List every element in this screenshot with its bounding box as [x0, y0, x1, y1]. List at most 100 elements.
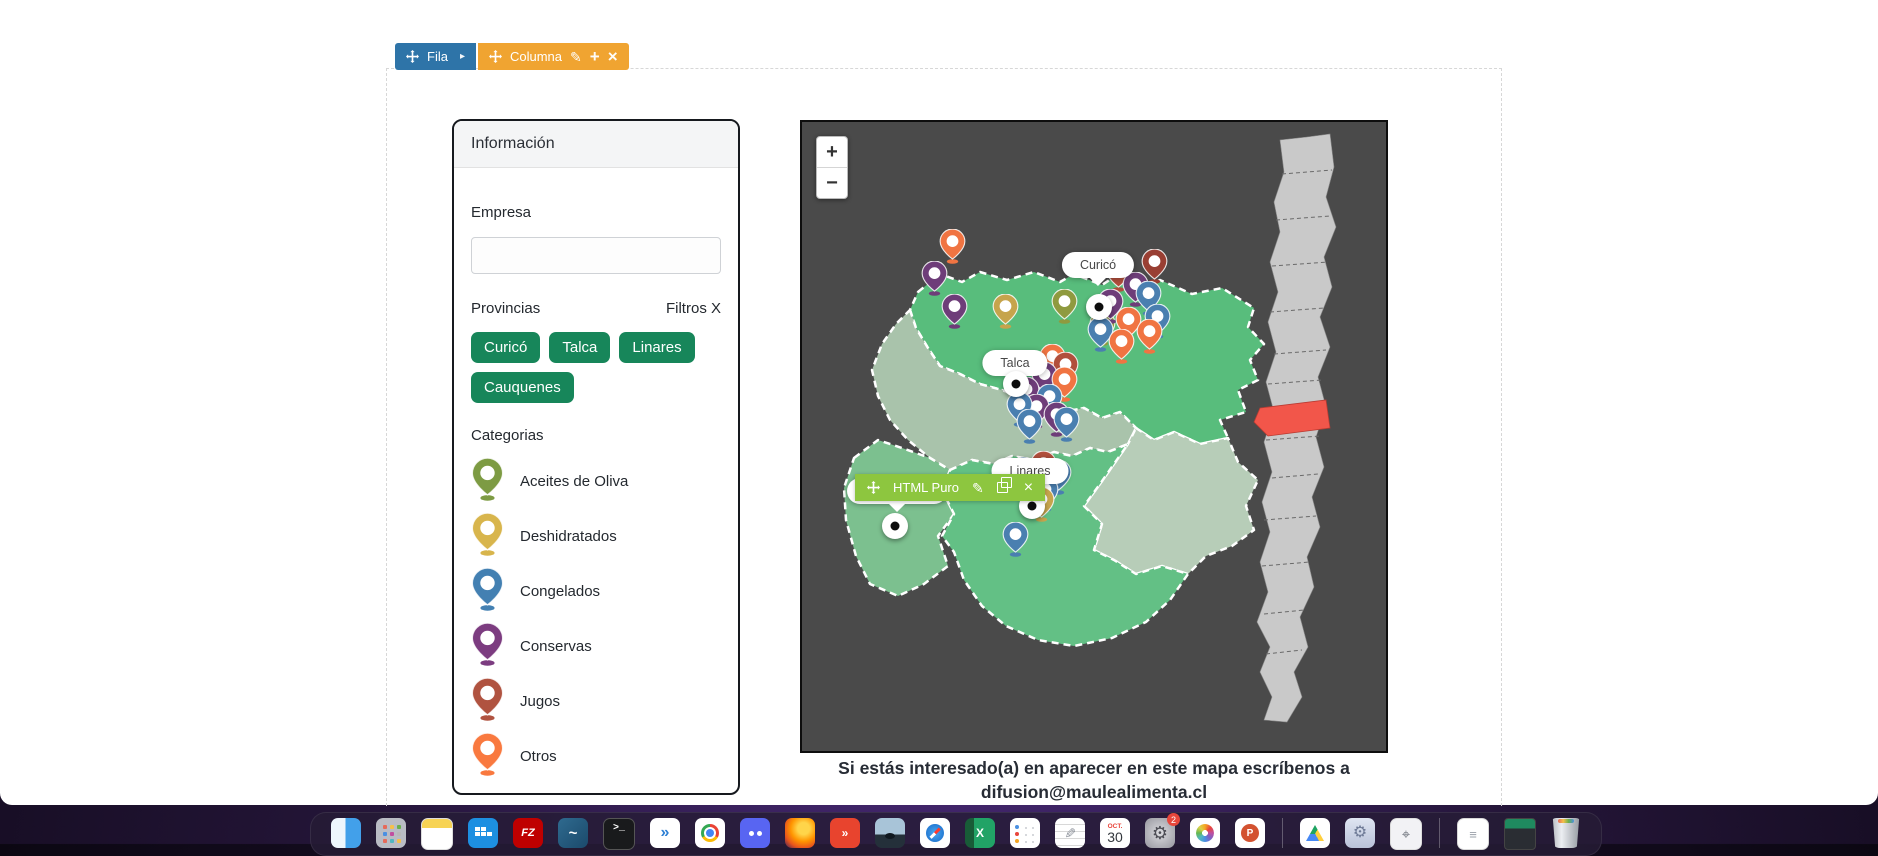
- category-label: Jugos: [520, 693, 560, 710]
- move-icon: [406, 50, 419, 63]
- calendar-day-label: 30: [1107, 830, 1123, 845]
- category-item-jugos[interactable]: Jugos: [471, 674, 721, 729]
- province-buttons: Curicó Talca Linares Cauquenes: [471, 332, 721, 403]
- reminders-icon-art: [1015, 825, 1019, 829]
- close-icon[interactable]: ×: [1024, 480, 1033, 496]
- info-panel-title: Información: [471, 135, 555, 153]
- category-label: Otros: [520, 748, 557, 765]
- zoom-in-button[interactable]: +: [817, 137, 847, 168]
- empresa-input[interactable]: [471, 237, 721, 274]
- category-item-congelados[interactable]: Congelados: [471, 564, 721, 619]
- row-badge[interactable]: Fila ▸: [395, 43, 476, 70]
- provincias-label: Provincias: [471, 300, 540, 317]
- duplicate-icon[interactable]: [997, 482, 1008, 493]
- province-button-talca[interactable]: Talca: [549, 332, 610, 363]
- map-pin-orange[interactable]: [1108, 329, 1135, 369]
- dock-calipers-icon[interactable]: ⌖: [1390, 818, 1422, 850]
- map-pin-blue[interactable]: [1002, 522, 1029, 562]
- html-widget-toolbar[interactable]: HTML Puro ✎ ×: [855, 474, 1045, 501]
- filezilla-glyph: FZ: [521, 828, 534, 839]
- category-label: Aceites de Oliva: [520, 473, 628, 490]
- map-city-marker-curico[interactable]: [1086, 294, 1112, 320]
- province-button-curico[interactable]: Curicó: [471, 332, 540, 363]
- move-icon: [867, 481, 880, 494]
- empresa-label: Empresa: [471, 204, 721, 221]
- document-glyph: ≡: [1469, 828, 1477, 841]
- map-tooltip-curico: Curicó: [1062, 252, 1134, 278]
- map-city-marker-talca[interactable]: [1003, 371, 1029, 397]
- edit-pencil-icon[interactable]: ✎: [570, 50, 582, 64]
- province-button-linares[interactable]: Linares: [619, 332, 694, 363]
- close-icon[interactable]: ×: [608, 48, 618, 65]
- excel-glyph: X: [976, 827, 984, 839]
- dock-terminal-icon[interactable]: >_: [603, 818, 635, 850]
- photos-icon-art: [1196, 824, 1214, 842]
- chile-maule-highlight: [1254, 400, 1330, 436]
- map-city-marker-cauquenes[interactable]: [882, 513, 908, 539]
- textedit-glyph: ✎: [1063, 827, 1077, 839]
- category-pin-icon: [471, 568, 504, 616]
- dev-red-glyph: »: [842, 827, 849, 839]
- category-item-otros[interactable]: Otros: [471, 729, 721, 784]
- row-badge-label: Fila: [427, 49, 448, 64]
- caption-line1: Si estás interesado(a) en aparecer en es…: [800, 757, 1388, 781]
- map-pin-purple[interactable]: [941, 294, 968, 334]
- map-pin-orange[interactable]: [1136, 319, 1163, 359]
- category-pin-icon: [471, 623, 504, 671]
- vscode-glyph: »: [661, 825, 670, 841]
- map-pin-gold[interactable]: [992, 294, 1019, 334]
- settings-glyph: ⚙: [1152, 824, 1168, 842]
- category-label: Conservas: [520, 638, 592, 655]
- map-pin-olive[interactable]: [1051, 289, 1078, 329]
- trash-icon-art: [1558, 819, 1574, 823]
- caption-line2: difusion@maulealimenta.cl: [800, 781, 1388, 805]
- dock-document-icon[interactable]: ≡: [1457, 818, 1489, 850]
- province-button-cauquenes[interactable]: Cauquenes: [471, 372, 574, 403]
- filtros-clear-button[interactable]: Filtros X: [666, 300, 721, 317]
- dock-window-icon[interactable]: [1504, 818, 1536, 850]
- media-icon-art: [885, 833, 895, 839]
- archive-glyph: ⚙: [1353, 825, 1367, 841]
- chevron-right-icon[interactable]: ▸: [460, 51, 465, 62]
- terminal-glyph: >_: [613, 824, 625, 834]
- notification-badge: 2: [1167, 813, 1180, 826]
- column-badge-label: Columna: [510, 49, 562, 64]
- column-badge[interactable]: Columna ✎ + ×: [478, 43, 629, 70]
- chile-minimap: [1254, 134, 1336, 722]
- dock-notes-icon[interactable]: [421, 818, 453, 850]
- chrome-icon-art: [701, 824, 719, 842]
- dock: FZ~>_»»X✎OCT.30⚙2P⚙⌖≡: [310, 812, 1602, 856]
- map-geography: [802, 122, 1386, 751]
- map-zoom-control: + −: [816, 136, 848, 199]
- map-pin-blue[interactable]: [1016, 409, 1043, 449]
- map-widget[interactable]: + − CuricóTalcaLinaresCauquenes HTML Pur…: [800, 120, 1388, 753]
- add-icon[interactable]: +: [590, 48, 600, 65]
- category-pin-icon: [471, 678, 504, 726]
- info-panel: Información Empresa Provincias Filtros X…: [452, 119, 740, 795]
- map-caption: Si estás interesado(a) en aparecer en es…: [800, 757, 1388, 804]
- edit-pencil-icon[interactable]: ✎: [972, 481, 984, 495]
- safari-icon-art: [926, 824, 944, 842]
- category-label: Deshidratados: [520, 528, 617, 545]
- category-item-deshidratados[interactable]: Deshidratados: [471, 509, 721, 564]
- launchpad-icon-art: [383, 825, 387, 829]
- category-item-aceites-de-oliva[interactable]: Aceites de Oliva: [471, 454, 721, 509]
- category-label: Congelados: [520, 583, 600, 600]
- category-legend: Aceites de Oliva Deshidratados Congelados C…: [471, 454, 721, 784]
- mysql-glyph: ~: [569, 826, 578, 841]
- category-pin-icon: [471, 733, 504, 781]
- html-widget-label: HTML Puro: [893, 480, 959, 495]
- docker-icon-art: [481, 832, 486, 836]
- zoom-out-button[interactable]: −: [817, 168, 847, 198]
- categorias-label: Categorias: [471, 427, 721, 444]
- info-panel-header: Información: [454, 121, 738, 168]
- discord-icon-art: [749, 831, 754, 836]
- map-pin-blue[interactable]: [1053, 407, 1080, 447]
- move-icon: [489, 50, 502, 63]
- powerpoint-icon-art: P: [1241, 824, 1259, 842]
- calipers-glyph: ⌖: [1402, 827, 1410, 842]
- category-pin-icon: [471, 513, 504, 561]
- category-pin-icon: [471, 458, 504, 506]
- category-item-conservas[interactable]: Conservas: [471, 619, 721, 674]
- gdrive-icon-art: [1306, 825, 1324, 841]
